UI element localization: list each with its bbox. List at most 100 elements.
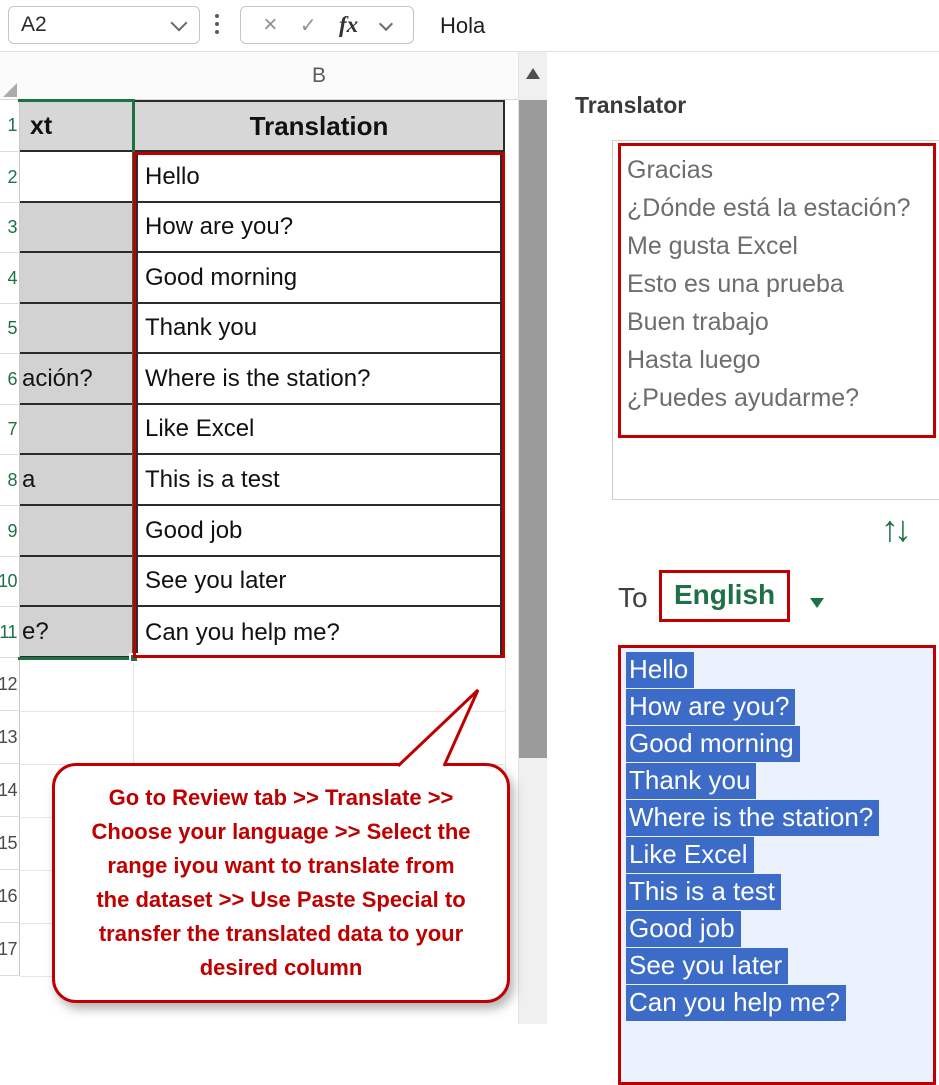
cell-B6[interactable]: Where is the station? — [138, 354, 500, 405]
callout-text: Go to Review tab >> Translate >> — [108, 785, 454, 810]
row-header-3[interactable]: 3 — [0, 203, 20, 253]
cell-B5[interactable]: Thank you — [138, 304, 500, 354]
row-header-13[interactable]: 13 — [0, 711, 20, 764]
result-line-text: Like Excel — [626, 837, 754, 873]
cell-A6[interactable]: ación? — [20, 354, 133, 405]
callout-text: desired column — [199, 955, 363, 980]
result-line-text: Good job — [626, 911, 741, 947]
cell-B2[interactable]: Hello — [138, 152, 500, 203]
result-line: Good job — [626, 911, 933, 948]
cell-B3[interactable]: How are you? — [138, 203, 500, 253]
row-header-11[interactable]: 11 — [0, 607, 20, 658]
cell-A2[interactable] — [20, 152, 133, 203]
swap-languages-icon[interactable]: ↑↓ — [881, 508, 912, 550]
cell-B4[interactable]: Good morning — [138, 253, 500, 304]
callout-text: range iyou want to translate from — [107, 853, 455, 878]
cell-B9[interactable]: Good job — [138, 506, 500, 557]
cell-A4[interactable] — [20, 253, 133, 304]
formula-input[interactable]: Hola — [440, 0, 485, 51]
pane-title: Translator — [575, 92, 687, 118]
cell-A6-text: ación? — [22, 364, 93, 392]
result-line-text: This is a test — [626, 874, 781, 910]
source-line: Buen trabajo — [627, 308, 769, 336]
row-header-16[interactable]: 16 — [0, 870, 20, 923]
cell-A11-text: e? — [22, 617, 49, 645]
result-text-area[interactable]: Hello How are you? Good morning Thank yo… — [618, 645, 936, 1085]
highlight-box-source: Gracias ¿Dónde está la estación? Me gust… — [618, 143, 936, 438]
formula-buttons: × ✓ fx — [240, 6, 414, 44]
row-header-17[interactable]: 17 — [0, 923, 20, 976]
translation-range: Hello How are you? Good morning Thank yo… — [136, 152, 502, 658]
vertical-scrollbar[interactable] — [518, 52, 547, 1024]
result-line: Where is the station? — [626, 800, 933, 837]
result-line: Thank you — [626, 763, 933, 800]
cell-A9[interactable] — [20, 506, 133, 557]
result-line-text: How are you? — [626, 689, 796, 725]
callout-text: Choose your language >> Select the — [91, 819, 471, 844]
dot — [215, 30, 219, 34]
cell-A7[interactable] — [20, 405, 133, 455]
row-header-7[interactable]: 7 — [0, 405, 20, 455]
callout-text: the dataset >> Use Paste Special to — [96, 887, 466, 912]
cell-A1-header[interactable]: xt — [20, 100, 133, 152]
result-line-text: Thank you — [626, 763, 757, 799]
cell-B7[interactable]: Like Excel — [138, 405, 500, 455]
scroll-up-icon[interactable] — [526, 68, 540, 79]
result-line-text: Good morning — [626, 726, 800, 762]
row-header-6[interactable]: 6 — [0, 354, 20, 405]
row-header-4[interactable]: 4 — [0, 253, 20, 304]
column-header-strip: B — [0, 52, 518, 100]
chevron-down-icon[interactable] — [170, 14, 188, 32]
column-header-B[interactable]: B — [133, 52, 505, 100]
to-label: To — [618, 582, 648, 613]
select-all-corner[interactable] — [3, 83, 17, 97]
result-line: How are you? — [626, 689, 933, 726]
result-line: This is a test — [626, 874, 933, 911]
result-line-text: See you later — [626, 948, 789, 984]
source-line: ¿Puedes ayudarme? — [627, 384, 860, 412]
cell-A8[interactable]: a — [20, 455, 133, 506]
translator-pane: Translator Gracias ¿Dónde está la estaci… — [547, 52, 939, 1085]
name-box-value: A2 — [21, 13, 47, 36]
cell-A10[interactable] — [20, 557, 133, 607]
row-header-15[interactable]: 15 — [0, 817, 20, 870]
cell-B10[interactable]: See you later — [138, 557, 500, 607]
source-line: ¿Dónde está la estación? — [627, 194, 911, 222]
source-line: Esto es una prueba — [627, 270, 844, 298]
row-header-1[interactable]: 1 — [0, 100, 20, 152]
row-header-12[interactable]: 12 — [0, 658, 20, 711]
result-line: Like Excel — [626, 837, 933, 874]
cell-A11[interactable]: e? — [20, 607, 133, 658]
dot — [215, 22, 219, 26]
callout-pointer — [392, 686, 484, 773]
formula-bar-menu-icon[interactable] — [215, 14, 219, 34]
callout-bubble: Go to Review tab >> Translate >> Choose … — [52, 763, 510, 1003]
fill-handle[interactable] — [129, 653, 139, 663]
result-line: Can you help me? — [626, 985, 933, 1022]
cell-B1-header[interactable]: Translation — [133, 100, 505, 152]
cell-A5[interactable] — [20, 304, 133, 354]
name-box[interactable]: A2 — [8, 6, 200, 44]
chevron-down-icon[interactable] — [378, 16, 393, 31]
insert-function-button[interactable]: fx — [339, 12, 358, 38]
row-header-2[interactable]: 2 — [0, 152, 20, 203]
row-header-9[interactable]: 9 — [0, 506, 20, 557]
cell-A3[interactable] — [20, 203, 133, 253]
result-line-text: Can you help me? — [626, 985, 847, 1021]
language-dropdown-icon[interactable] — [810, 598, 824, 608]
result-line: Good morning — [626, 726, 933, 763]
language-dropdown[interactable]: English — [659, 570, 791, 622]
cell-B11[interactable]: Can you help me? — [138, 607, 500, 658]
enter-button[interactable]: ✓ — [300, 13, 317, 38]
formula-bar: A2 × ✓ fx Hola — [0, 0, 939, 52]
row-header-8[interactable]: 8 — [0, 455, 20, 506]
row-header-5[interactable]: 5 — [0, 304, 20, 354]
callout-text: transfer the translated data to your — [98, 921, 464, 946]
cancel-button[interactable]: × — [263, 11, 277, 39]
row-header-14[interactable]: 14 — [0, 764, 20, 817]
cell-B8[interactable]: This is a test — [138, 455, 500, 506]
source-line: Gracias — [627, 156, 714, 184]
source-line: Me gusta Excel — [627, 232, 798, 260]
row-header-10[interactable]: 10 — [0, 557, 20, 607]
scrollbar-thumb[interactable] — [519, 100, 547, 758]
